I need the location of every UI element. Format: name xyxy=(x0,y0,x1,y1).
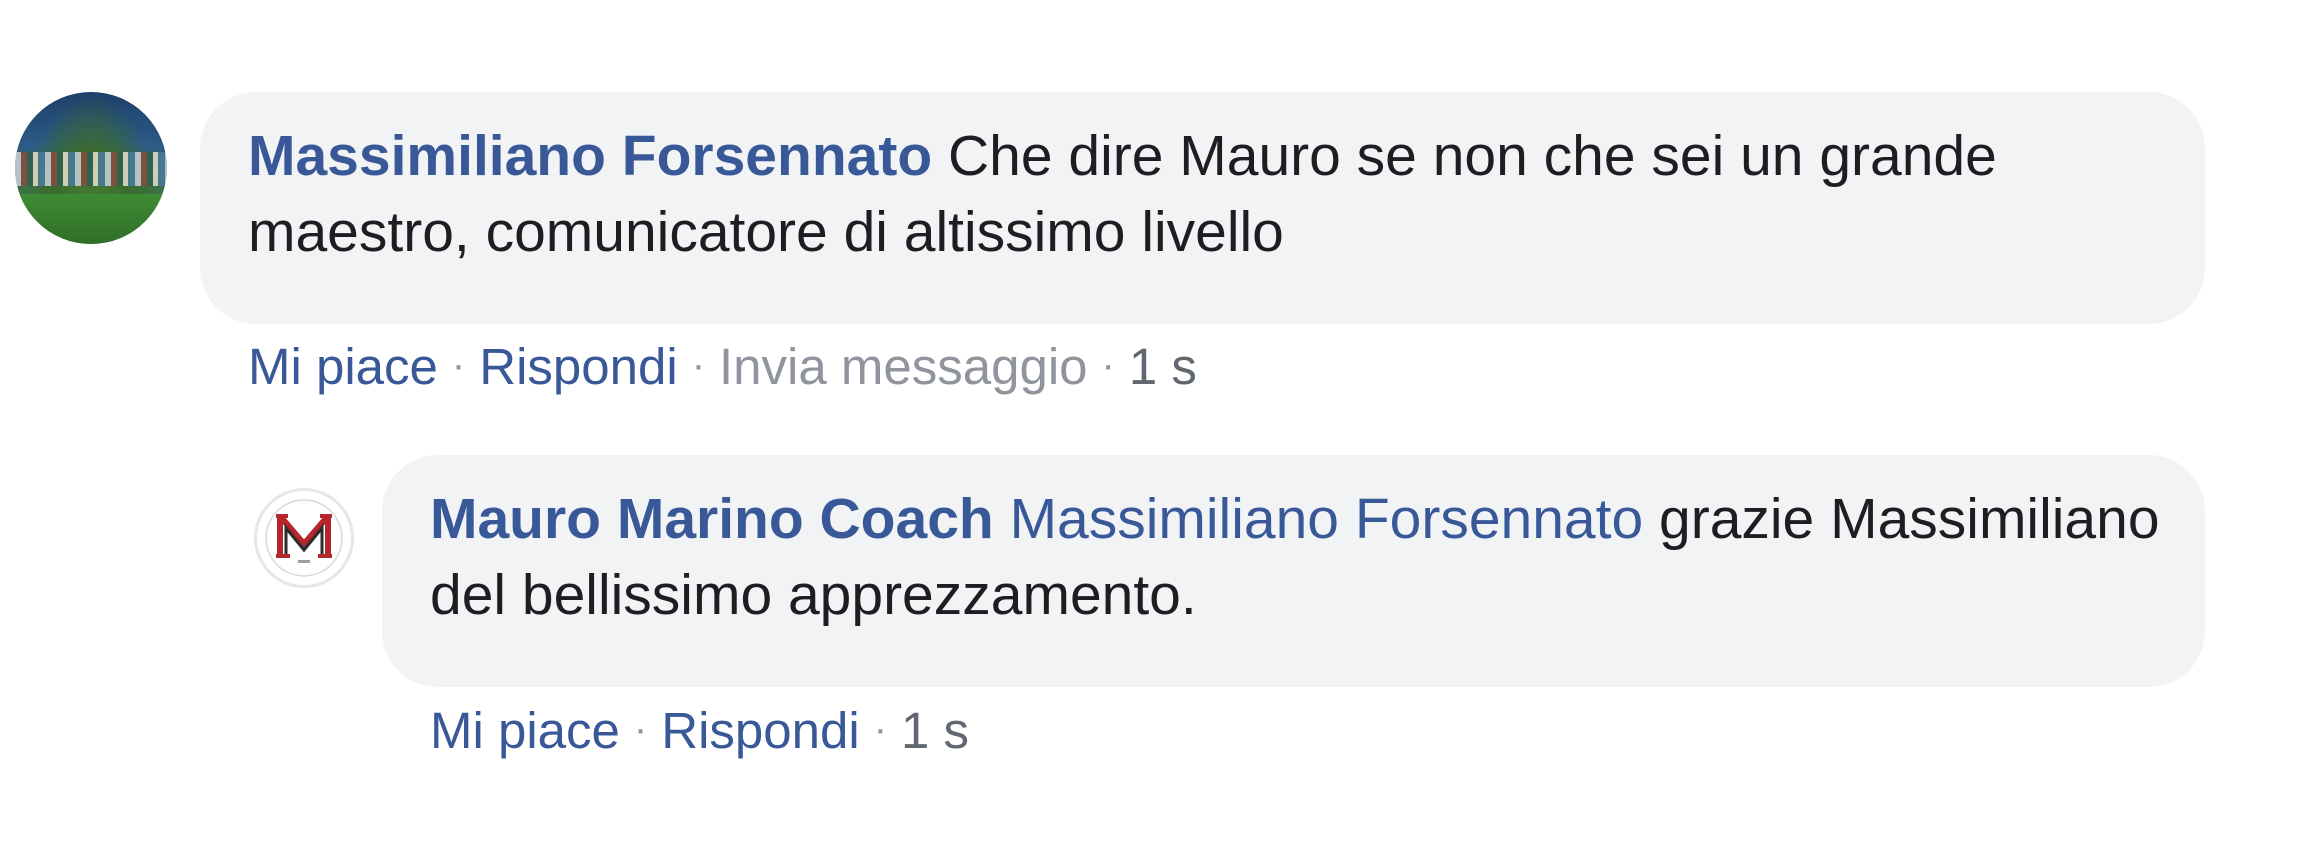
reply-avatar[interactable] xyxy=(256,490,352,586)
comment-timestamp[interactable]: 1 s xyxy=(1129,338,1197,395)
reply-bubble: Mauro Marino Coach Massimiliano Forsenna… xyxy=(382,455,2205,687)
mm-monogram-logo-icon xyxy=(265,499,343,577)
reply-author-link[interactable]: Mauro Marino Coach xyxy=(430,487,994,551)
avatar-photo-grass xyxy=(15,194,167,244)
reply-like-link[interactable]: Mi piace xyxy=(430,702,620,759)
reply-link[interactable]: Rispondi xyxy=(479,338,677,395)
separator-dot: · xyxy=(691,343,706,387)
separator-dot: · xyxy=(873,707,888,751)
like-link[interactable]: Mi piace xyxy=(248,338,438,395)
reply-reply-link[interactable]: Rispondi xyxy=(661,702,859,759)
avatar-photo-band xyxy=(15,152,167,186)
separator-dot: · xyxy=(451,343,466,387)
commenter-avatar[interactable] xyxy=(15,92,167,244)
comment-author-link[interactable]: Massimiliano Forsennato xyxy=(248,124,932,188)
send-message-link[interactable]: Invia messaggio xyxy=(719,338,1088,395)
reply-timestamp[interactable]: 1 s xyxy=(901,702,969,759)
reply-mention-link[interactable]: Massimiliano Forsennato xyxy=(1010,487,1644,551)
separator-dot: · xyxy=(633,707,648,751)
comment-actions: Mi piace · Rispondi · Invia messaggio · 1 s xyxy=(248,337,1197,401)
reply-actions: Mi piace · Rispondi · 1 s xyxy=(430,701,969,765)
comment-bubble: Massimiliano Forsennato Che dire Mauro s… xyxy=(200,92,2205,324)
separator-dot: · xyxy=(1101,343,1115,387)
